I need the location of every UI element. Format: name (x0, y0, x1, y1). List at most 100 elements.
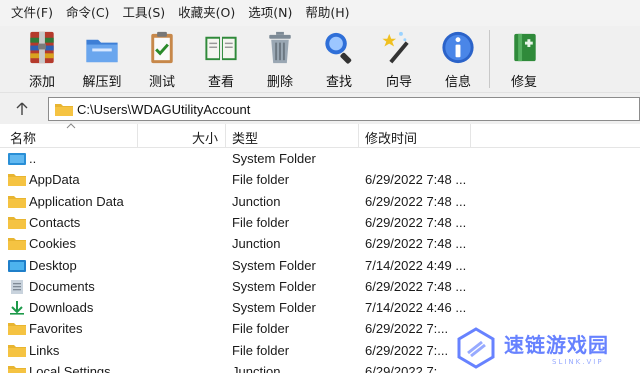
row-name: Downloads (8, 300, 93, 315)
info-icon (442, 31, 474, 64)
row-type: File folder (232, 172, 290, 188)
find-magnifier-icon (325, 32, 352, 64)
repair-button[interactable]: 修复 (496, 28, 552, 90)
row-name-text: Cookies (29, 236, 76, 252)
add-archive-icon (30, 31, 54, 64)
column-size[interactable]: 大小 (192, 128, 218, 147)
row-name-text: Desktop (29, 257, 77, 273)
delete-button-label: 删除 (266, 75, 293, 90)
table-row[interactable]: Contacts File folder 6/29/2022 7:48 ... (0, 213, 640, 234)
view-button-label: 查看 (207, 75, 234, 90)
menu-tools[interactable]: 工具(S) (117, 0, 173, 26)
folder-icon (8, 238, 26, 251)
wizard-wand-icon (382, 31, 409, 64)
menu-favorites[interactable]: 收藏夹(O) (173, 0, 243, 26)
view-button[interactable]: 查看 (193, 28, 249, 90)
row-name-text: Documents (29, 278, 95, 294)
watermark-subtext: SLINK.VIP (552, 358, 604, 366)
row-name: Contacts (8, 215, 80, 230)
info-button-label: 信息 (444, 75, 471, 90)
folder-icon (8, 323, 26, 336)
row-type: System Folder (232, 151, 316, 166)
row-name-text: AppData (29, 172, 80, 188)
table-row[interactable]: Downloads System Folder 7/14/2022 4:46 ... (0, 298, 640, 319)
table-row[interactable]: AppData File folder 6/29/2022 7:48 ... (0, 170, 640, 191)
folder-icon (8, 195, 26, 208)
row-name-text: Downloads (29, 300, 94, 316)
row-type: File folder (232, 214, 290, 230)
info-button[interactable]: 信息 (430, 28, 486, 90)
row-name-text: Favorites (29, 321, 83, 337)
row-name: Cookies (8, 236, 76, 251)
extract-to-button-label: 解压到 (82, 75, 122, 90)
row-name-text: Application Data (29, 193, 124, 209)
parent-folder-icon (8, 153, 26, 165)
row-name: Desktop (8, 258, 77, 273)
test-button-label: 测试 (148, 75, 175, 90)
up-level-button[interactable] (12, 99, 32, 119)
row-modified: 6/29/2022 7:48 ... (365, 214, 467, 230)
view-book-icon (205, 36, 237, 61)
watermark-text: 速链游戏园 (504, 333, 609, 357)
extract-to-button[interactable]: 解压到 (74, 28, 130, 90)
row-type: Junction (232, 193, 281, 209)
test-button[interactable]: 测试 (134, 28, 190, 90)
repair-kit-icon (514, 33, 536, 62)
row-name-text: .. (29, 151, 37, 166)
row-modified: 7/14/2022 4:49 ... (365, 257, 467, 273)
watermark: 速链游戏园 SLINK.VIP (454, 322, 640, 373)
column-name[interactable]: 名称 (10, 128, 36, 147)
row-name: .. (8, 151, 36, 166)
folder-icon (8, 344, 26, 357)
documents-folder-icon (11, 279, 23, 294)
repair-button-label: 修复 (510, 75, 537, 90)
folder-icon (8, 366, 26, 373)
menu-options[interactable]: 选项(N) (243, 0, 300, 26)
delete-button[interactable]: 删除 (252, 28, 308, 90)
column-type[interactable]: 类型 (232, 128, 258, 147)
row-type: Junction (232, 236, 281, 252)
row-name-text: Links (29, 342, 60, 358)
address-bar: C:\Users\WDAGUtilityAccount (0, 92, 640, 124)
menu-commands[interactable]: 命令(C) (61, 0, 117, 26)
add-button-label: 添加 (28, 75, 55, 90)
row-name: Application Data (8, 194, 124, 209)
row-name: Local Settings (8, 364, 111, 373)
row-name: Links (8, 343, 59, 358)
table-row[interactable]: Desktop System Folder 7/14/2022 4:49 ... (0, 256, 640, 277)
menu-bar: 文件(F) 命令(C) 工具(S) 收藏夹(O) 选项(N) 帮助(H) (0, 0, 640, 26)
arrow-up-icon (16, 102, 28, 115)
row-type: File folder (232, 321, 290, 337)
row-modified: 7/14/2022 4:46 ... (365, 300, 467, 316)
row-modified: 6/29/2022 7:48 ... (365, 278, 467, 294)
watermark-logo-icon (457, 326, 495, 369)
find-button[interactable]: 查找 (311, 28, 367, 90)
path-input[interactable]: C:\Users\WDAGUtilityAccount (48, 97, 640, 121)
row-type: System Folder (232, 300, 316, 316)
folder-icon (8, 174, 26, 187)
row-name-text: Contacts (29, 214, 81, 230)
wizard-button[interactable]: 向导 (371, 28, 427, 90)
menu-help[interactable]: 帮助(H) (300, 0, 357, 26)
add-button[interactable]: 添加 (14, 28, 70, 90)
delete-trash-icon (269, 31, 291, 64)
row-modified: 6/29/2022 7:48 ... (365, 193, 467, 209)
table-row[interactable]: Application Data Junction 6/29/2022 7:48 .… (0, 192, 640, 213)
row-type: System Folder (232, 257, 316, 273)
row-name: AppData (8, 172, 80, 187)
path-text: C:\Users\WDAGUtilityAccount (77, 101, 251, 117)
menu-file[interactable]: 文件(F) (6, 0, 61, 26)
table-row[interactable]: Cookies Junction 6/29/2022 7:48 ... (0, 234, 640, 255)
table-row[interactable]: Documents System Folder 6/29/2022 7:48 ... (0, 277, 640, 298)
column-divider (358, 124, 359, 148)
column-modified[interactable]: 修改时间 (365, 128, 417, 147)
table-row[interactable]: .. System Folder (0, 149, 640, 170)
toolbar: 添加 解压到 测试 查看 删除 查找 向导 信息 修复 (0, 26, 640, 92)
row-name: Favorites (8, 321, 82, 336)
sort-caret-icon (66, 123, 76, 129)
folder-icon (8, 216, 26, 229)
test-clipboard-icon (151, 31, 173, 64)
extract-folder-icon (86, 39, 118, 63)
find-button-label: 查找 (325, 75, 352, 90)
folder-icon (55, 104, 73, 116)
